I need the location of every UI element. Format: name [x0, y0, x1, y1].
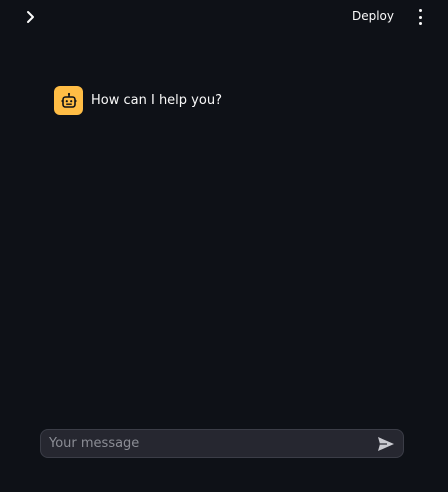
- chevron-right-icon: [27, 11, 34, 23]
- sidebar-toggle-button[interactable]: [22, 8, 40, 26]
- send-button[interactable]: [373, 431, 399, 457]
- robot-icon: [61, 92, 76, 108]
- chat-input[interactable]: [41, 430, 373, 457]
- chat-message-assistant: How can I help you?: [54, 86, 222, 115]
- send-icon: [378, 436, 394, 451]
- chat-input-container: [40, 429, 404, 458]
- avatar: [54, 86, 83, 115]
- app-window: Deploy How can I help you?: [0, 0, 448, 492]
- main-menu-button[interactable]: [414, 9, 426, 25]
- deploy-button[interactable]: Deploy: [352, 9, 394, 23]
- message-text: How can I help you?: [91, 93, 222, 108]
- more-vertical-icon: [418, 9, 422, 12]
